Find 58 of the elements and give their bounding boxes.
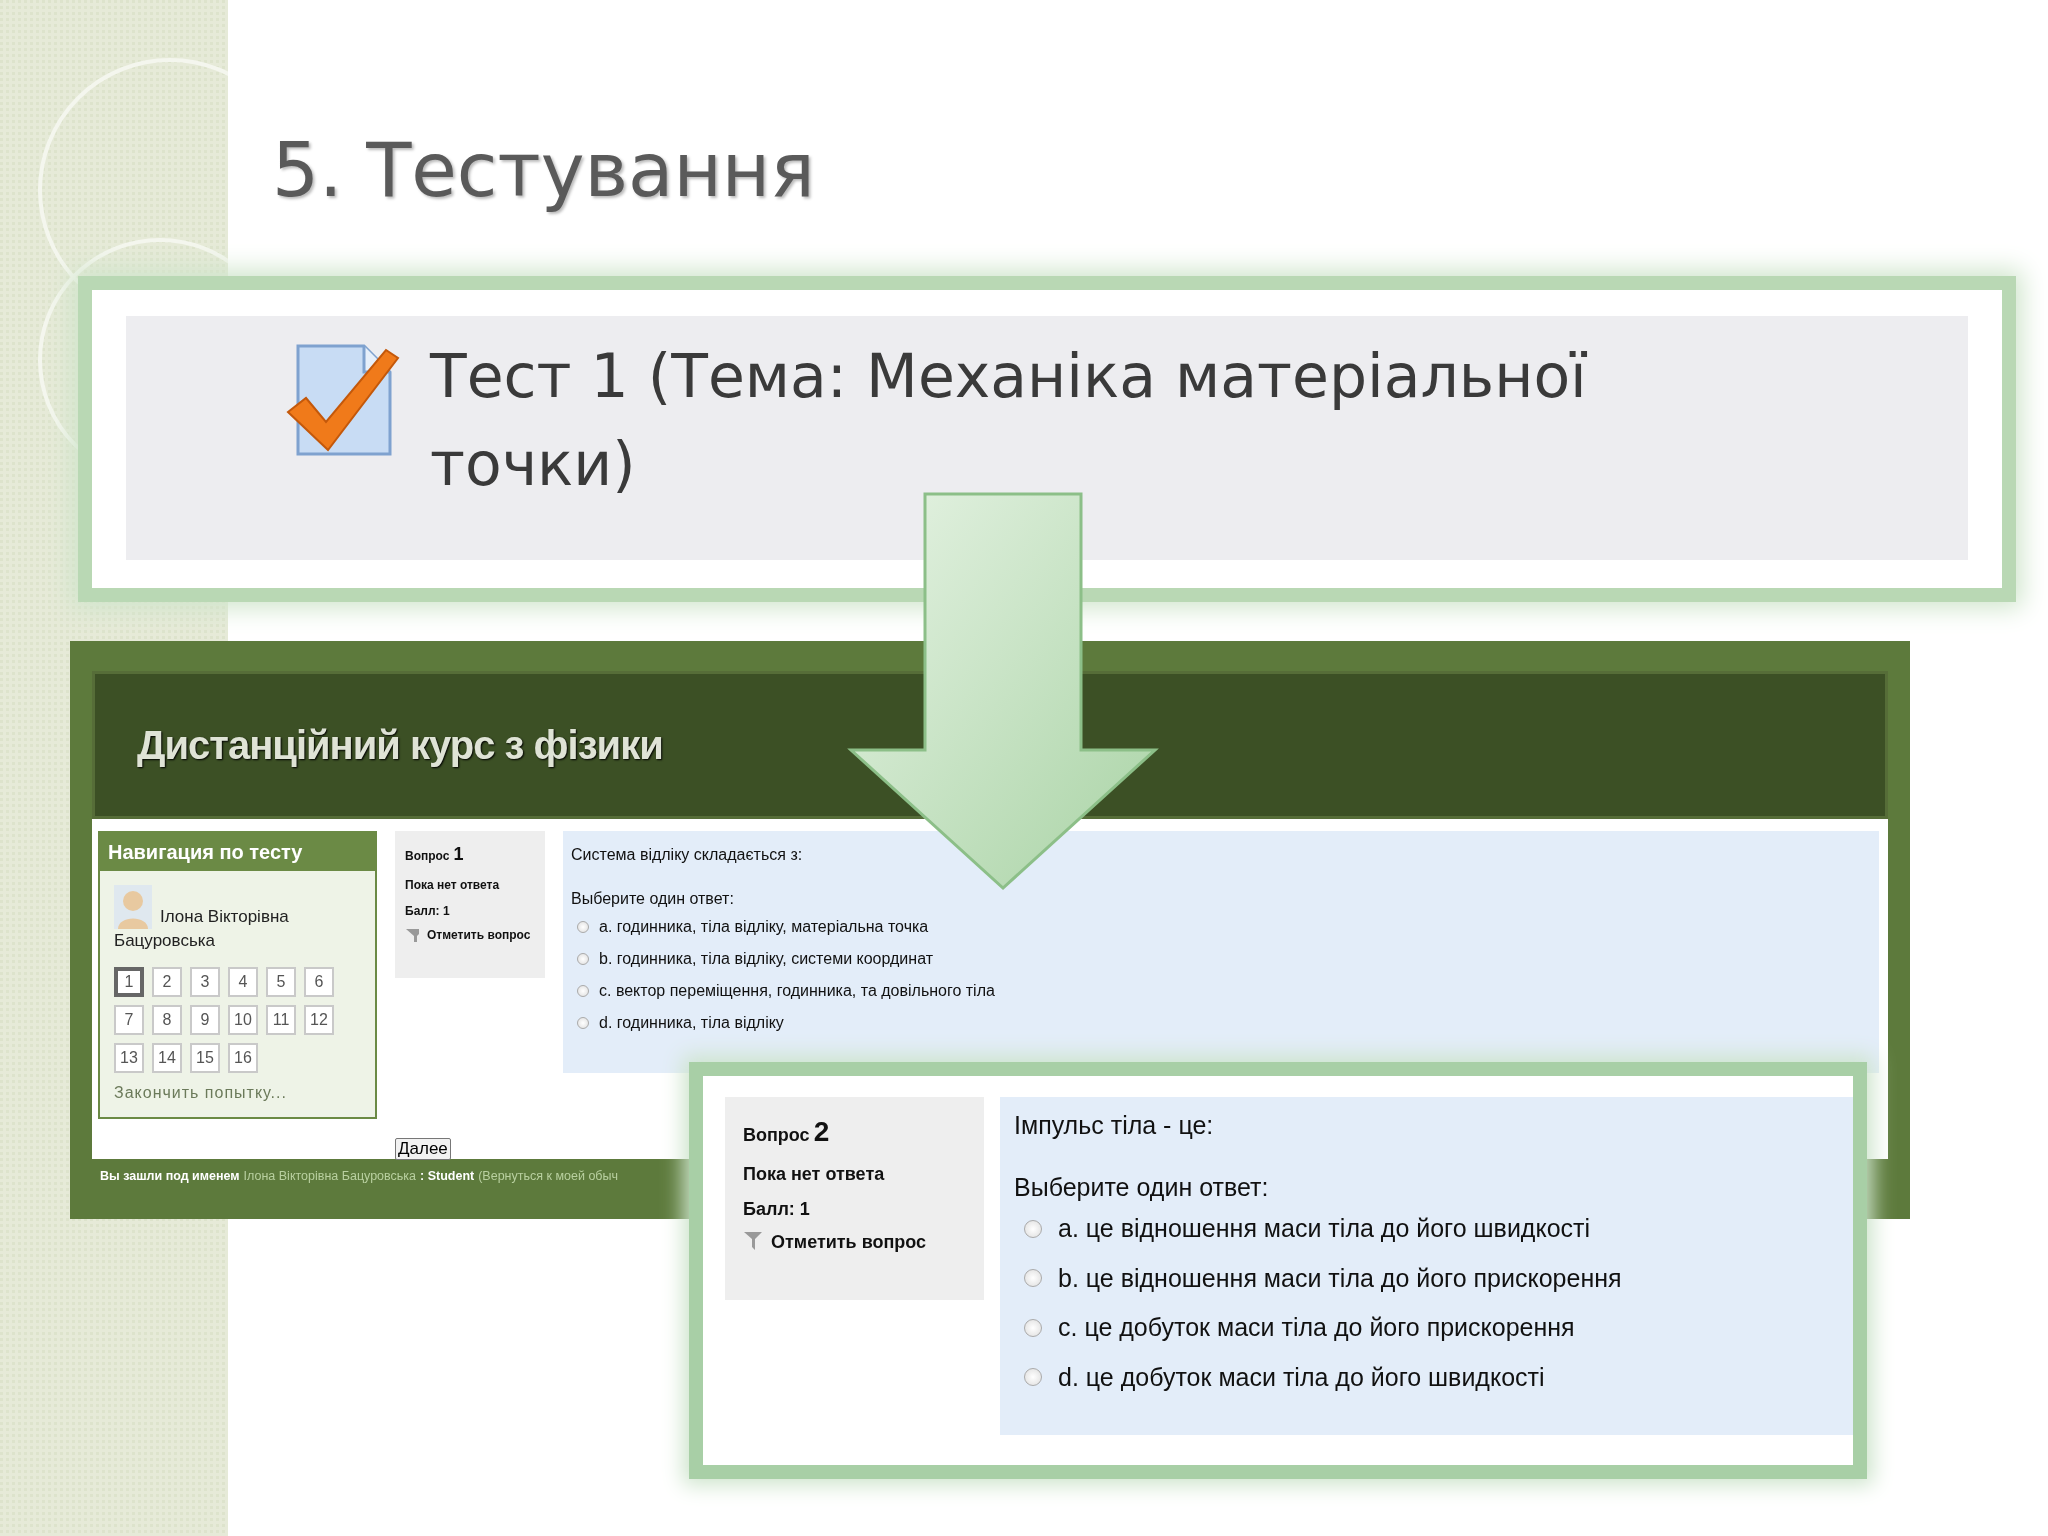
question-text: Імпульс тіла - це:	[1014, 1110, 1215, 1141]
user-name: Бацуровська	[114, 930, 217, 952]
question-number-button[interactable]: 2	[152, 967, 182, 997]
question-number-button[interactable]: 11	[266, 1005, 296, 1035]
radio-button[interactable]	[1024, 1219, 1042, 1238]
status-text: Пока нет ответа	[405, 877, 501, 894]
radio-button[interactable]	[577, 921, 589, 933]
site-title: Дистанційний курс з фізики	[137, 722, 663, 769]
role-text: : Student	[420, 1167, 475, 1185]
question-text: Система відліку складається з:	[571, 845, 804, 865]
panel-title: Навигация по тесту	[100, 833, 375, 871]
question-number-button[interactable]: 8	[152, 1005, 182, 1035]
prompt-text: Выберите один ответ:	[1014, 1171, 1270, 1203]
document-check-icon	[286, 342, 402, 458]
answer-option[interactable]: d. годинника, тіла відліку	[599, 1011, 784, 1035]
radio-button[interactable]	[577, 1017, 589, 1029]
question-number-button[interactable]: 6	[304, 967, 334, 997]
question-number-button[interactable]: 12	[304, 1005, 334, 1035]
question-number-button[interactable]: 7	[114, 1005, 144, 1035]
radio-button[interactable]	[1024, 1269, 1042, 1288]
prompt-text: Выберите один ответ:	[571, 889, 735, 909]
status-text: Пока нет ответа	[743, 1163, 886, 1186]
question-number-button[interactable]: 1	[114, 967, 144, 997]
user-name: Ілона Вікторівна	[160, 906, 289, 928]
question-number: 2	[813, 1115, 830, 1149]
question-number-button[interactable]: 5	[266, 967, 296, 997]
answer-option[interactable]: b. годинника, тіла відліку, системи координат	[599, 947, 933, 971]
test-title: Тест 1 (Тема: Механіка матеріальної точки)	[430, 340, 1588, 501]
answer-option[interactable]: c. це добуток маси тіла до його прискорення	[1058, 1309, 1575, 1347]
score-text: Балл: 1	[743, 1198, 811, 1221]
answer-option[interactable]: b. це відношення маси тіла до його прискорення	[1058, 1259, 1622, 1297]
question-number-button[interactable]: 4	[228, 967, 258, 997]
question-number-button[interactable]: 15	[190, 1043, 220, 1073]
question-number-button[interactable]: 10	[228, 1005, 258, 1035]
question-number-button[interactable]: 16	[228, 1043, 258, 1073]
radio-button[interactable]	[577, 953, 589, 965]
answer-option[interactable]: c. вектор переміщення, годинника, та довільного тіла	[599, 979, 995, 1003]
question-number: 1	[453, 843, 464, 866]
answer-option[interactable]: a. це відношення маси тіла до його швидкості	[1058, 1210, 1591, 1248]
radio-button[interactable]	[1024, 1318, 1042, 1337]
question-label: Вопрос	[743, 1124, 810, 1147]
flag-question-link[interactable]: Отметить вопрос	[771, 1231, 927, 1255]
next-button[interactable]: Далее	[395, 1138, 451, 1160]
footer-text: Вы зашли под именем	[100, 1167, 240, 1185]
question-number-button[interactable]: 3	[190, 967, 220, 997]
question-label: Вопрос	[405, 848, 450, 865]
question-number-button[interactable]: 9	[190, 1005, 220, 1035]
question-number-button[interactable]: 14	[152, 1043, 182, 1073]
finish-attempt-link[interactable]: Закончить попытку...	[114, 1081, 361, 1105]
radio-button[interactable]	[577, 985, 589, 997]
answer-option[interactable]: d. це добуток маси тіла до його швидкості	[1058, 1358, 1545, 1396]
flag-question-link[interactable]: Отметить вопрос	[427, 928, 531, 944]
slide-title: 5. Тестування	[272, 126, 815, 215]
radio-button[interactable]	[1024, 1368, 1042, 1387]
avatar-icon	[114, 885, 152, 929]
score-text: Балл: 1	[405, 903, 451, 920]
question-number-button[interactable]: 13	[114, 1043, 144, 1073]
answer-option[interactable]: a. годинника, тіла відліку, матеріальна точка	[599, 915, 929, 939]
